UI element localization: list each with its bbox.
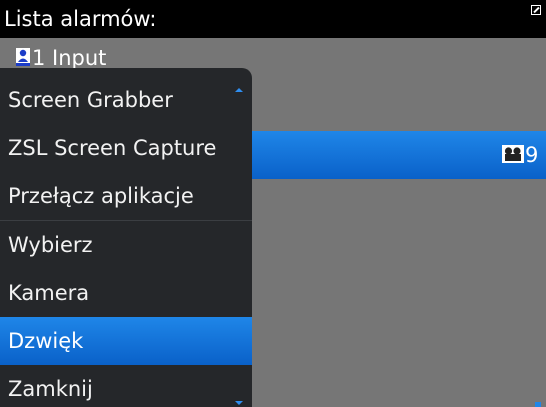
menu-item-zamknij[interactable]: Zamknij (0, 365, 252, 407)
menu-item-label: Kamera (8, 281, 90, 305)
scroll-indicator (535, 402, 541, 407)
page-title: Lista alarmów: (4, 7, 157, 31)
menu-item-przelacz-aplikacje[interactable]: Przełącz aplikacje (0, 172, 252, 220)
menu-item-screen-grabber[interactable]: Screen Grabber (0, 76, 252, 124)
context-menu: Screen Grabber ZSL Screen Capture Przełą… (0, 68, 252, 407)
menu-item-dzwiek[interactable]: Dzwięk (0, 317, 252, 365)
item-count: 9 (525, 143, 539, 167)
menu-item-label: Screen Grabber (8, 88, 173, 112)
scroll-up-icon[interactable] (235, 88, 243, 92)
menu-item-zsl-screen-capture[interactable]: ZSL Screen Capture (0, 124, 252, 172)
list-item-input[interactable]: 1 Input (0, 38, 546, 72)
menu-item-wybierz[interactable]: Wybierz (0, 221, 252, 269)
camera-icon (502, 145, 524, 163)
menu-item-label: ZSL Screen Capture (8, 136, 217, 160)
menu-item-label: Dzwięk (8, 329, 84, 353)
person-icon (16, 48, 30, 66)
expand-icon[interactable] (531, 5, 541, 15)
scroll-down-icon[interactable] (235, 401, 243, 405)
title-bar: Lista alarmów: (0, 0, 546, 38)
menu-item-label: Wybierz (8, 233, 93, 257)
menu-item-kamera[interactable]: Kamera (0, 269, 252, 317)
menu-item-label: Zamknij (8, 377, 93, 401)
menu-item-label: Przełącz aplikacje (8, 184, 194, 208)
